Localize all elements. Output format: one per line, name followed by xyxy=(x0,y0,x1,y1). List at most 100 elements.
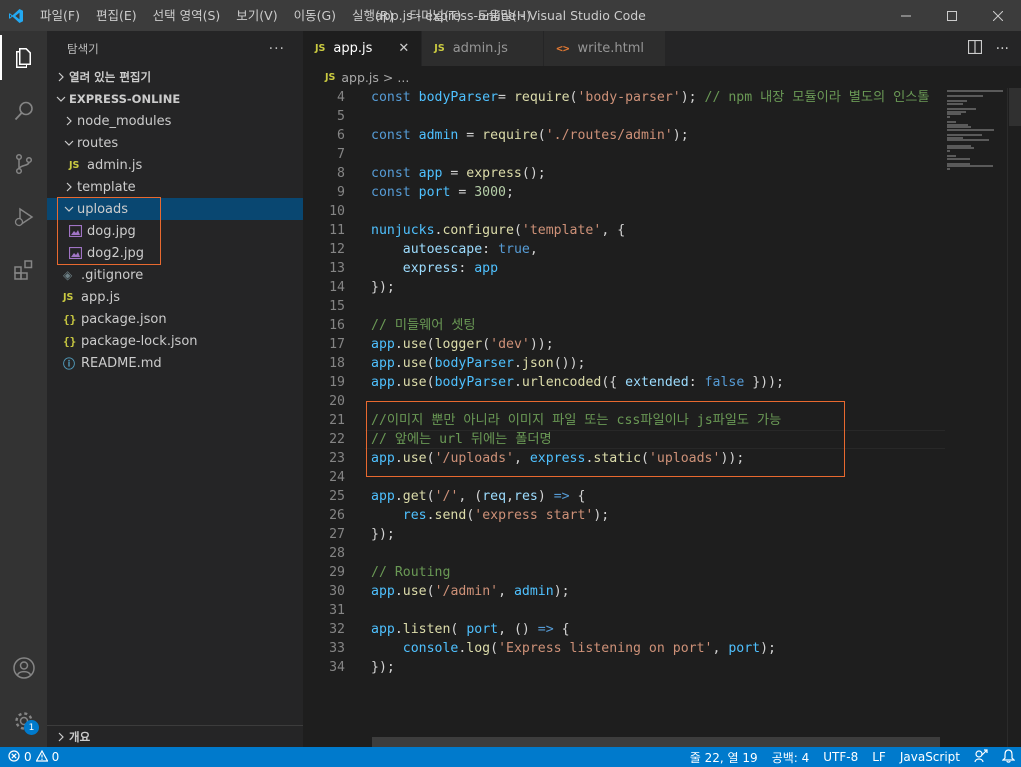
tree-item-label: template xyxy=(77,179,136,195)
open-editors-section[interactable]: 열려 있는 편집기 xyxy=(47,66,303,88)
minimap-line xyxy=(947,147,974,150)
tree-folder[interactable]: node_modules xyxy=(47,110,303,132)
tree-file[interactable]: ⓘ README.md xyxy=(47,352,303,374)
project-section[interactable]: EXPRESS-ONLINE xyxy=(47,88,303,110)
minimap-line xyxy=(947,129,994,131)
minimize-button[interactable] xyxy=(883,0,929,31)
cursor-position[interactable]: 줄 22, 열 19 xyxy=(690,749,758,766)
activity-bar: 1 xyxy=(0,31,47,747)
tab-label: admin.js xyxy=(452,41,508,56)
line-number: 4 xyxy=(337,90,345,105)
code-line: 9 const port = 3000; xyxy=(303,183,943,202)
line-number: 15 xyxy=(329,299,345,314)
code-text: autoescape: true, xyxy=(402,242,538,257)
close-window-button[interactable] xyxy=(975,0,1021,31)
code-text: app.use(bodyParser.urlencoded({ extended… xyxy=(371,375,784,390)
tree-item-label: dog.jpg xyxy=(87,223,136,239)
maximize-button[interactable] xyxy=(929,0,975,31)
line-number: 16 xyxy=(329,318,345,333)
menu-item[interactable]: 보기(V) xyxy=(228,0,285,31)
more-actions-icon[interactable]: ··· xyxy=(996,41,1009,57)
js-file-icon: JS xyxy=(434,43,445,54)
line-number: 22 xyxy=(329,432,345,447)
breadcrumb-file[interactable]: app.js xyxy=(341,70,379,85)
tree-folder[interactable]: uploads xyxy=(47,198,303,220)
tab-app-js[interactable]: JS app.js ✕ xyxy=(303,31,423,66)
minimap-line xyxy=(947,165,993,168)
language-mode[interactable]: JavaScript xyxy=(900,750,960,764)
line-number: 33 xyxy=(329,641,345,656)
js-file-icon: JS xyxy=(63,291,74,303)
indentation[interactable]: 공백: 4 xyxy=(772,749,810,766)
more-actions-icon[interactable]: ··· xyxy=(269,41,285,57)
minimap-line xyxy=(947,139,990,142)
tree-file[interactable]: dog2.jpg xyxy=(47,242,303,264)
extensions-icon[interactable] xyxy=(0,243,47,296)
line-number: 7 xyxy=(337,147,345,162)
minimap[interactable] xyxy=(943,88,1007,747)
outline-section[interactable]: 개요 xyxy=(47,725,303,747)
json-file-icon: {} xyxy=(63,334,77,348)
line-number: 14 xyxy=(329,280,345,295)
menu-item[interactable]: 터미널(T) xyxy=(402,0,470,31)
tree-item-label: node_modules xyxy=(77,113,172,129)
menu-bar: 파일(F) 편집(E) 선택 영역(S) 보기(V) 이동(G) 실행(R) 터미널(T) 도… xyxy=(32,0,539,31)
menu-item[interactable]: 도움말(H) xyxy=(469,0,539,31)
tree-file[interactable]: {} package-lock.json xyxy=(47,330,303,352)
explorer-icon[interactable] xyxy=(0,31,47,84)
code-text: res.send('express start'); xyxy=(402,508,610,523)
tree-file[interactable]: JS app.js xyxy=(47,286,303,308)
end-of-line[interactable]: LF xyxy=(872,750,886,764)
run-debug-icon[interactable] xyxy=(0,190,47,243)
line-number: 30 xyxy=(329,584,345,599)
line-number: 17 xyxy=(329,337,345,352)
tab-admin-js[interactable]: JS admin.js xyxy=(422,31,545,66)
project-label: EXPRESS-ONLINE xyxy=(69,92,181,106)
source-control-icon[interactable] xyxy=(0,137,47,190)
title-bar: 파일(F) 편집(E) 선택 영역(S) 보기(V) 이동(G) 실행(R) 터미널(T) 도… xyxy=(0,0,1021,31)
minimap-line xyxy=(947,90,1003,92)
close-tab-icon[interactable]: ✕ xyxy=(398,41,409,56)
line-number: 25 xyxy=(329,489,345,504)
line-number: 12 xyxy=(329,242,345,257)
tree-file[interactable]: dog.jpg xyxy=(47,220,303,242)
tree-file[interactable]: ◈ .gitignore xyxy=(47,264,303,286)
tree-file[interactable]: JS admin.js xyxy=(47,154,303,176)
code-line: 17 app.use(logger('dev')); xyxy=(303,335,943,354)
scrollbar-thumb[interactable] xyxy=(1009,88,1021,126)
line-number: 20 xyxy=(329,394,345,409)
code-editor[interactable]: 4 const bodyParser= require('body-parser'… xyxy=(303,88,1021,747)
search-icon[interactable] xyxy=(0,84,47,137)
breadcrumb-rest[interactable]: ... xyxy=(397,70,409,85)
tab-label: write.html xyxy=(577,41,644,56)
vertical-scrollbar[interactable] xyxy=(1007,88,1021,747)
tree-file[interactable]: {} package.json xyxy=(47,308,303,330)
line-number: 34 xyxy=(329,660,345,675)
menu-item[interactable]: 파일(F) xyxy=(32,0,88,31)
info-file-icon: ⓘ xyxy=(63,356,76,371)
encoding[interactable]: UTF-8 xyxy=(823,750,858,764)
chevron-down-icon xyxy=(61,204,77,214)
warning-icon xyxy=(35,749,49,765)
feedback-icon[interactable] xyxy=(974,748,988,766)
code-text: const admin = require('./routes/admin'); xyxy=(371,128,689,143)
tree-folder[interactable]: template xyxy=(47,176,303,198)
notifications-bell-icon[interactable] xyxy=(1001,748,1016,766)
code-text: //이미지 뿐만 아니라 이미지 파일 또는 css파일이나 js파일도 가능 xyxy=(371,413,782,428)
tree-item-label: .gitignore xyxy=(81,267,144,283)
menu-item[interactable]: 이동(G) xyxy=(286,0,344,31)
tab-write-html[interactable]: <> write.html xyxy=(544,31,667,66)
menu-item[interactable]: 편집(E) xyxy=(88,0,145,31)
menu-item[interactable]: 실행(R) xyxy=(344,0,401,31)
warning-count: 0 xyxy=(51,750,60,764)
line-number: 26 xyxy=(329,508,345,523)
tree-folder[interactable]: routes xyxy=(47,132,303,154)
menu-item[interactable]: 선택 영역(S) xyxy=(145,0,229,31)
code-text: // Routing xyxy=(371,565,451,580)
problems-indicator[interactable]: 0 0 xyxy=(0,749,60,765)
account-icon[interactable] xyxy=(0,641,47,694)
split-editor-icon[interactable] xyxy=(967,39,982,58)
horizontal-scrollbar[interactable] xyxy=(372,737,940,747)
code-line: 27}); xyxy=(303,525,943,544)
manage-gear-icon[interactable]: 1 xyxy=(0,694,47,747)
